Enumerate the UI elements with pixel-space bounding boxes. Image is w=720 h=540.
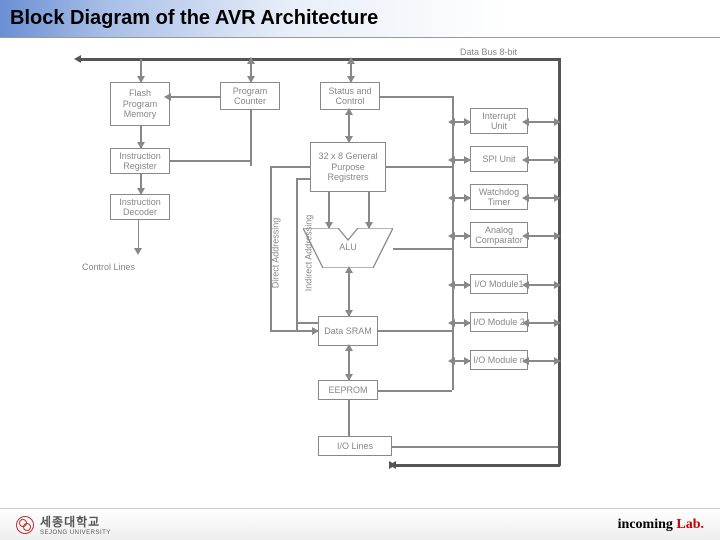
block-sram: Data SRAM: [318, 316, 378, 346]
block-diagram: Data Bus 8-bit Flash Program Memory Inst…: [60, 48, 640, 488]
block-comp: Analog Comparator: [470, 222, 528, 248]
block-flash: Flash Program Memory: [110, 82, 170, 126]
university-logo: 세종대학교 SEJONG UNIVERSITY: [16, 513, 111, 536]
block-wdt: Watchdog Timer: [470, 184, 528, 210]
label-direct: Direct Addressing: [270, 218, 280, 289]
lab-name: incoming Lab.: [618, 517, 704, 533]
uni-sub: SEJONG UNIVERSITY: [40, 530, 111, 536]
block-interrupt: Interrupt Unit: [470, 108, 528, 134]
page-title: Block Diagram of the AVR Architecture: [10, 7, 378, 30]
block-pc: Program Counter: [220, 82, 280, 110]
block-idec: Instruction Decoder: [110, 194, 170, 220]
label-ctrl: Control Lines: [82, 262, 135, 272]
block-ireg: Instruction Register: [110, 148, 170, 174]
block-status: Status and Control: [320, 82, 380, 110]
block-iomn: I/O Module n: [470, 350, 528, 370]
bus-arrow-left: [74, 55, 81, 63]
block-eeprom: EEPROM: [318, 380, 378, 400]
block-alu: ALU: [303, 228, 393, 268]
footer: 세종대학교 SEJONG UNIVERSITY incoming Lab.: [0, 508, 720, 540]
block-iolines: I/O Lines: [318, 436, 392, 456]
block-gpr: 32 x 8 General Purpose Registrers: [310, 142, 386, 192]
block-iom2: I/O Module 2: [470, 312, 528, 332]
bus-bottom: [395, 464, 560, 467]
data-bus: [80, 58, 560, 61]
block-iom1: I/O Module1: [470, 274, 528, 294]
title-bar: Block Diagram of the AVR Architecture: [0, 0, 720, 38]
data-bus-label: Data Bus 8-bit: [460, 47, 517, 57]
logo-icon: [16, 516, 34, 534]
uni-name: 세종대학교: [40, 513, 111, 530]
block-spi: SPI Unit: [470, 146, 528, 172]
label-indirect: Indirect Addressing: [303, 215, 313, 292]
